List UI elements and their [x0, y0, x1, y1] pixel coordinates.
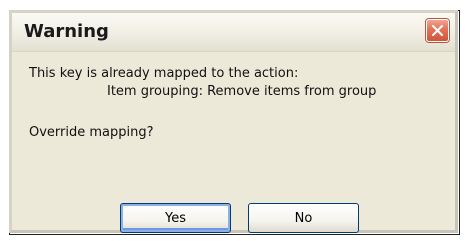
- message-line-2: Item grouping: Remove items from group: [107, 84, 377, 99]
- no-button[interactable]: No: [248, 203, 359, 233]
- dialog-title: Warning: [24, 21, 109, 42]
- yes-button[interactable]: Yes: [120, 203, 231, 233]
- dialog-body: This key is already mapped to the action…: [12, 51, 455, 233]
- close-icon: [432, 25, 443, 36]
- override-question: Override mapping?: [29, 125, 154, 140]
- close-button[interactable]: [426, 19, 449, 42]
- title-bar[interactable]: Warning: [12, 13, 455, 52]
- message-line-1: This key is already mapped to the action…: [29, 66, 299, 81]
- warning-dialog: Warning This key is already mapped to th…: [9, 10, 458, 233]
